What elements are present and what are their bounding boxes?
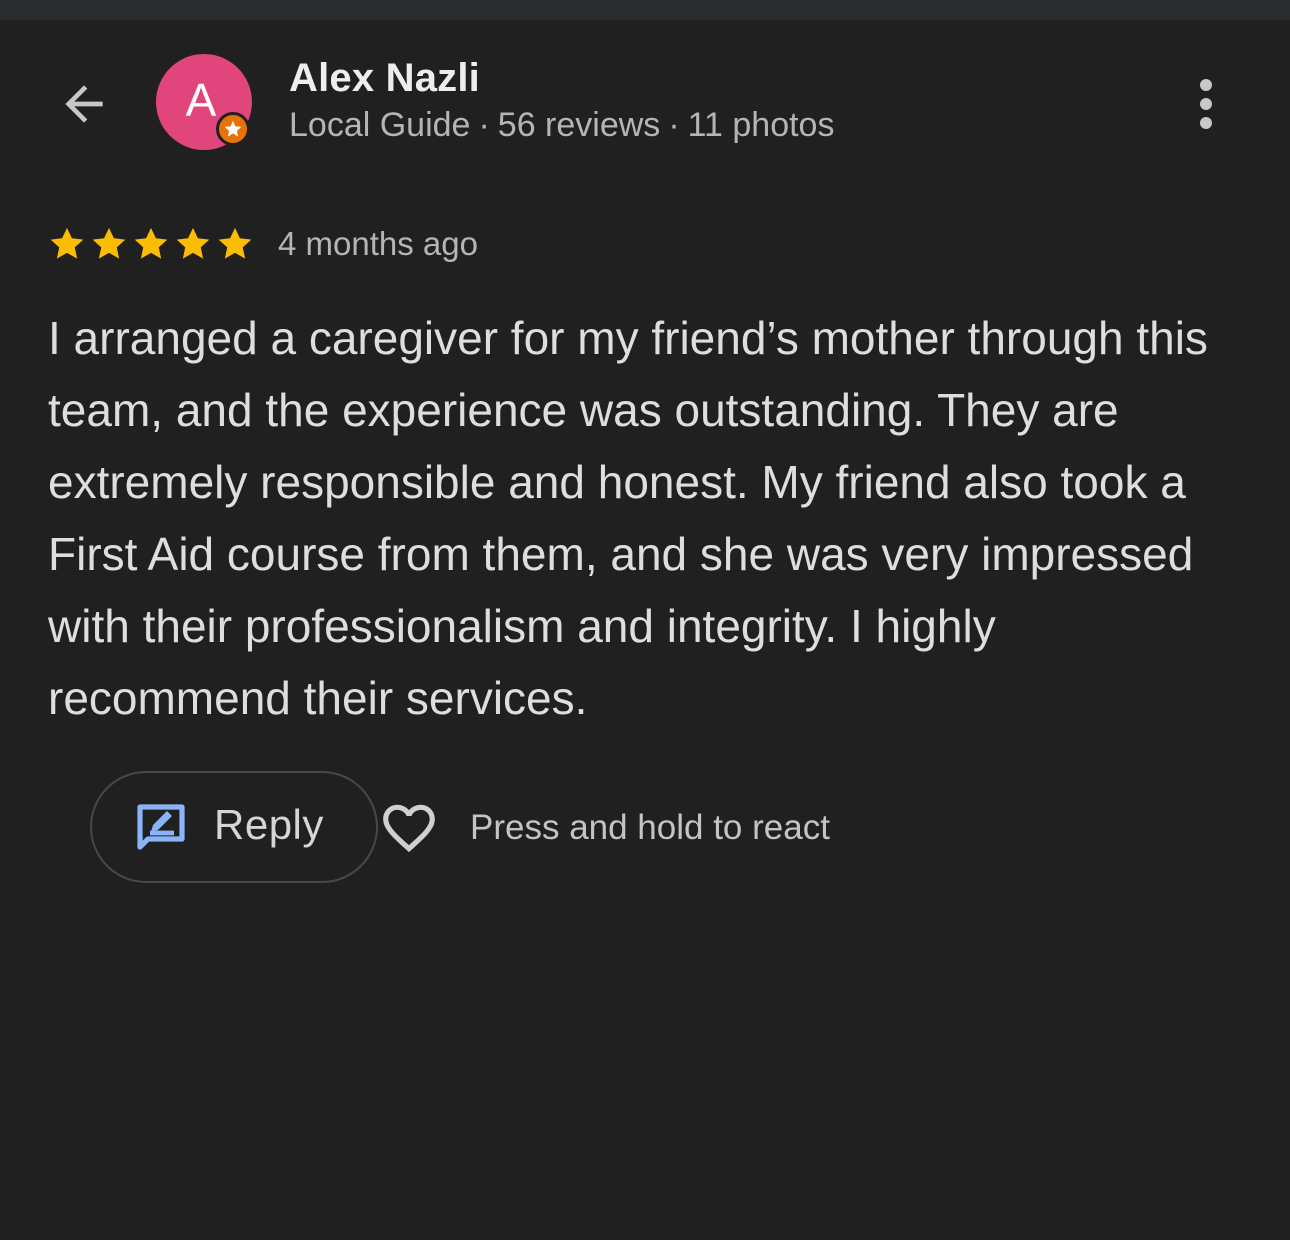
reviewer-name[interactable]: Alex Nazli: [289, 56, 480, 101]
rating-row: 4 months ago: [48, 222, 478, 266]
star-icon: [218, 227, 252, 259]
star-rating: [48, 225, 254, 263]
reviews-count: 56 reviews: [497, 106, 661, 144]
reviewer-role: Local Guide: [289, 106, 471, 144]
more-vert-icon: [1200, 79, 1212, 129]
star-icon: [92, 227, 126, 259]
star-icon: [176, 227, 210, 259]
avatar-letter: A: [185, 74, 217, 126]
reply-button[interactable]: Reply: [90, 771, 378, 883]
rate-review-icon: [137, 804, 185, 850]
review-text: I arranged a caregiver for my friend’s m…: [48, 312, 1208, 724]
heart-outline-icon: [383, 804, 435, 853]
meta-separator: ·: [668, 106, 680, 144]
arrow-left-icon: [65, 85, 103, 123]
react-heart-button[interactable]: [378, 797, 440, 859]
local-guide-badge: [216, 112, 250, 146]
status-bar-strip: [0, 0, 1290, 20]
back-button[interactable]: [52, 72, 116, 136]
star-icon: [134, 227, 168, 259]
star-icon: [50, 227, 84, 259]
reply-label: Reply: [214, 801, 324, 848]
local-guide-star-icon: [224, 120, 242, 137]
reviewer-meta: Local Guide · 56 reviews · 11 photos: [289, 106, 834, 145]
react-hint: Press and hold to react: [470, 808, 830, 847]
more-options-button[interactable]: [1180, 72, 1232, 136]
meta-separator: ·: [478, 106, 490, 144]
review-time: 4 months ago: [278, 225, 478, 262]
photos-count: 11 photos: [687, 106, 835, 144]
